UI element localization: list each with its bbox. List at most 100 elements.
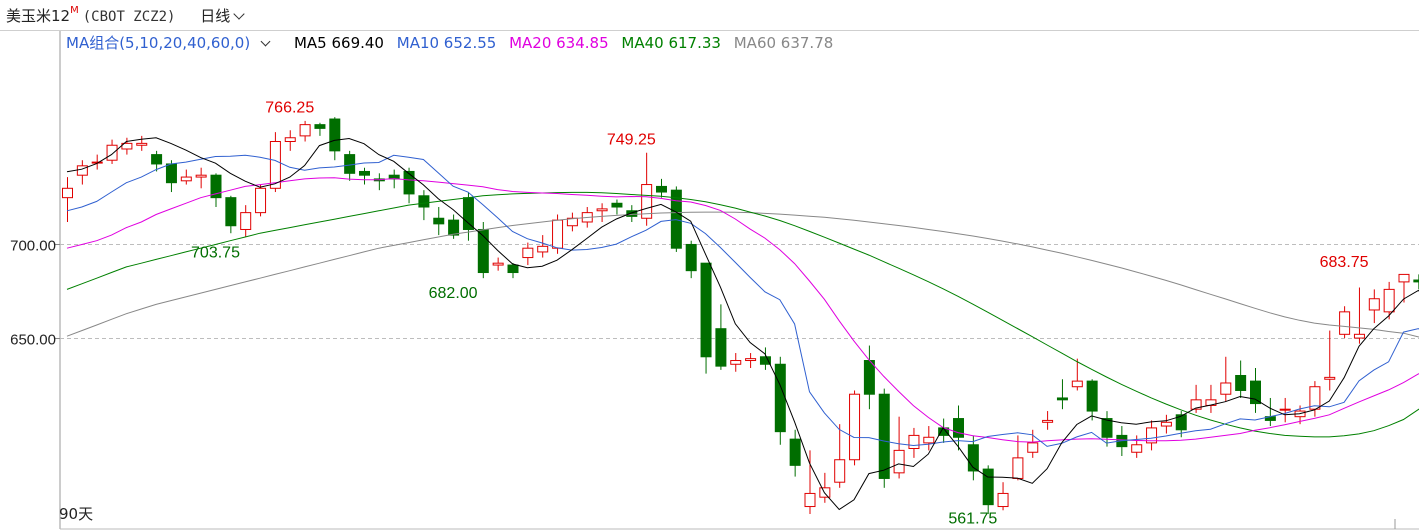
- candle-body-down: [225, 197, 237, 227]
- contract-month-badge: M: [70, 5, 79, 16]
- candle: [210, 173, 222, 208]
- candle-body-up: [923, 436, 935, 444]
- symbol-header: 美玉米12M (CBOT ZCZ2) 日线: [0, 0, 1419, 31]
- candle-body-down: [863, 360, 875, 395]
- candle-body-up: [1324, 376, 1336, 380]
- candle-body-up: [893, 449, 905, 474]
- candle-body-up: [284, 137, 296, 142]
- candle-body-down: [1101, 418, 1113, 438]
- candle-body-up: [552, 219, 564, 249]
- candle-body-up: [1383, 288, 1395, 313]
- candle: [537, 235, 549, 258]
- period-selector[interactable]: 日线: [200, 7, 245, 25]
- candle: [329, 117, 341, 161]
- candle-body-up: [299, 124, 311, 137]
- candle: [670, 186, 682, 252]
- candle: [492, 257, 504, 271]
- candlestick-chart[interactable]: 700.00 650.00 766.25 749.25 703.75 682.00 561.…: [0, 31, 1419, 531]
- candle-body-up: [136, 142, 148, 146]
- candle: [953, 405, 964, 451]
- candle: [1056, 379, 1068, 410]
- candle-body-down: [507, 264, 519, 274]
- candle: [878, 388, 890, 488]
- candle: [908, 427, 920, 458]
- candle: [418, 190, 430, 221]
- candle: [893, 416, 905, 479]
- candle: [522, 242, 534, 266]
- candle: [1309, 381, 1321, 417]
- candle-body-down: [314, 124, 326, 129]
- candle: [106, 139, 118, 164]
- candle: [1279, 397, 1291, 423]
- candle: [730, 353, 742, 372]
- candle-body-up: [492, 262, 504, 266]
- candle: [284, 130, 296, 151]
- candle-body-up: [1160, 421, 1172, 427]
- low-price-label: 561.75: [948, 510, 997, 527]
- candle-body-down: [403, 170, 415, 195]
- candle: [611, 199, 623, 215]
- candle-body-up: [1398, 273, 1410, 283]
- candle-body-down: [462, 197, 474, 230]
- candle: [91, 154, 103, 170]
- symbol-title[interactable]: 美玉米12M (CBOT ZCZ2) 日线: [6, 5, 245, 26]
- candle-body-down: [700, 262, 712, 358]
- candle: [314, 122, 326, 136]
- candle: [76, 160, 88, 185]
- candle-body-up: [1027, 442, 1039, 453]
- candle: [774, 356, 786, 445]
- candle: [1324, 330, 1336, 391]
- y-tick-label: 650.00: [10, 332, 56, 349]
- candle-body-up: [745, 358, 757, 362]
- candle-body-up: [1042, 419, 1054, 423]
- candle: [462, 192, 474, 241]
- low-price-label: 703.75: [191, 244, 240, 261]
- candle: [373, 173, 385, 191]
- candle: [566, 212, 578, 232]
- high-price-label: 683.75: [1320, 254, 1369, 271]
- candle: [849, 390, 861, 466]
- candle-body-up: [62, 187, 73, 199]
- candle: [789, 429, 801, 477]
- candle-body-up: [1353, 333, 1365, 339]
- candle-body-up: [849, 393, 861, 461]
- candle: [1339, 306, 1351, 339]
- candle: [433, 207, 445, 236]
- candle-body-down: [1235, 374, 1247, 391]
- candle: [863, 345, 875, 410]
- candle-body-down: [670, 189, 682, 249]
- candle-body-down: [344, 154, 356, 174]
- candle-body-down: [1086, 380, 1098, 412]
- candle: [759, 347, 771, 370]
- candle: [715, 304, 727, 370]
- candle-body-up: [240, 212, 252, 230]
- candle-body-up: [1339, 311, 1351, 335]
- candle: [1205, 384, 1217, 413]
- candle-body-up: [1279, 408, 1291, 411]
- candle-body-up: [1012, 457, 1024, 479]
- candle-body-down: [611, 202, 623, 208]
- visible-days-label: 90天: [59, 505, 94, 523]
- candle-body-up: [1368, 298, 1380, 311]
- candle-body-up: [255, 187, 267, 214]
- candle: [626, 205, 638, 222]
- candle: [700, 262, 712, 374]
- candle-body-up: [596, 208, 608, 212]
- candle: [804, 450, 816, 515]
- candle-body-down: [1056, 397, 1068, 401]
- candle: [641, 152, 653, 226]
- candle-body-up: [804, 492, 816, 508]
- candle: [596, 203, 608, 222]
- candle: [819, 472, 831, 503]
- high-price-label: 749.25: [607, 131, 656, 148]
- candle-body-down: [359, 170, 370, 176]
- candle-body-up: [1131, 444, 1143, 453]
- candle: [982, 465, 994, 515]
- candle-body-down: [165, 163, 177, 184]
- candle-body-up: [908, 434, 920, 450]
- period-label: 日线: [200, 7, 231, 25]
- low-price-label: 682.00: [429, 285, 478, 302]
- candle-body-down: [448, 219, 460, 236]
- candle: [967, 435, 979, 481]
- candle-body-down: [774, 363, 786, 433]
